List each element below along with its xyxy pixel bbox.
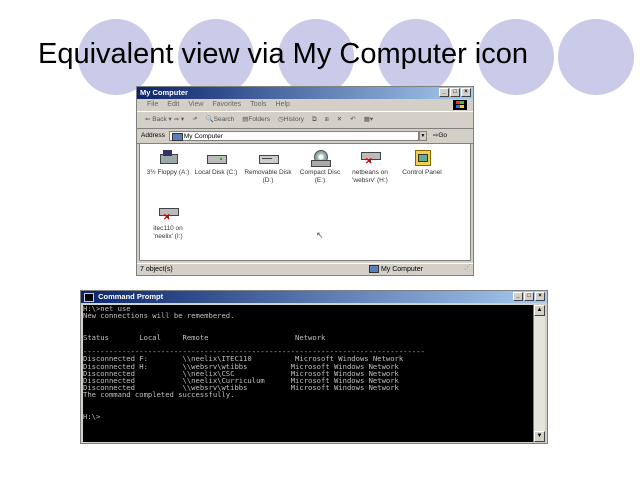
status-object-count: 7 object(s)	[140, 266, 173, 273]
drive-label: Control Panel	[402, 169, 442, 176]
computer-icon	[171, 133, 183, 141]
folders-button[interactable]: ▤Folders	[242, 112, 270, 128]
drive-label: Removable Disk (D:)	[244, 169, 292, 184]
delete-icon[interactable]: ✕	[337, 112, 342, 128]
drive-label: itec110 on 'neelix' (I:)	[153, 225, 183, 240]
console-line: Status Local Remote Network	[83, 332, 326, 342]
window-titlebar[interactable]: My Computer _ □ ×	[137, 87, 473, 99]
move-to-icon[interactable]: ⧉	[312, 112, 317, 128]
cmd-close-button[interactable]: ×	[535, 292, 545, 301]
cmd-minimize-button[interactable]: _	[513, 292, 523, 301]
drive-label: Local Disk (C:)	[194, 169, 238, 176]
search-button[interactable]: 🔍Search	[206, 112, 235, 128]
close-button[interactable]: ×	[461, 88, 471, 97]
hard-disk-icon	[207, 150, 227, 166]
maximize-button[interactable]: □	[450, 88, 460, 97]
disconnected-network-drive-icon: ✕	[361, 150, 381, 166]
drive-item-network-i[interactable]: ✕ itec110 on 'neelix' (I:)	[144, 206, 192, 241]
disconnected-network-drive-icon: ✕	[159, 206, 179, 222]
views-icon[interactable]: ▦▾	[364, 112, 373, 128]
cmd-app-icon	[84, 292, 94, 302]
removable-disk-icon	[259, 150, 279, 166]
scroll-down-arrow-icon[interactable]: ▼	[534, 431, 545, 442]
menu-edit[interactable]: Edit	[167, 99, 179, 111]
drive-label: 3½ Floppy (A:)	[146, 169, 190, 176]
status-location-label: My Computer	[380, 266, 423, 273]
back-button[interactable]: ⇐ Back ▾ ⇒ ▾	[145, 112, 184, 128]
toolbar: ⇐ Back ▾ ⇒ ▾ ⬏ 🔍Search ▤Folders ◷History…	[137, 112, 473, 129]
drive-list: 3½ Floppy (A:) Local Disk (C:) Removable…	[139, 143, 471, 261]
up-folder-icon[interactable]: ⬏	[192, 112, 197, 128]
go-button[interactable]: ⇨Go	[433, 129, 447, 143]
history-button[interactable]: ◷History	[278, 112, 304, 128]
console-output[interactable]: H:\>net use New connections will be reme…	[83, 305, 533, 442]
menu-view[interactable]: View	[188, 99, 203, 111]
menu-bar: File Edit View Favorites Tools Help	[137, 99, 473, 112]
drive-item-floppy[interactable]: 3½ Floppy (A:)	[144, 150, 192, 177]
address-value: My Computer	[183, 133, 223, 140]
menu-tools[interactable]: Tools	[250, 99, 266, 111]
go-label: Go	[438, 132, 447, 139]
cmd-title: Command Prompt	[98, 292, 164, 301]
floppy-drive-icon	[159, 150, 178, 166]
menu-help[interactable]: Help	[276, 99, 290, 111]
drive-label: Compact Disc (E:)	[299, 169, 341, 184]
drive-item-network-h[interactable]: ✕ netbeans on 'websrv' (H:)	[346, 150, 394, 185]
address-label: Address	[141, 132, 165, 139]
history-label: History	[283, 116, 304, 123]
cd-drive-icon	[311, 150, 331, 167]
slide-title: Equivalent view via My Computer icon	[38, 38, 528, 70]
computer-icon	[369, 265, 379, 274]
copy-to-icon[interactable]: ⧈	[325, 112, 329, 128]
status-location: My Computer	[369, 264, 423, 275]
cmd-titlebar[interactable]: Command Prompt _ □ ×	[81, 291, 547, 303]
drive-item-removable[interactable]: Removable Disk (D:)	[244, 150, 292, 185]
windows-logo-icon	[453, 100, 467, 110]
search-label: Search	[213, 116, 235, 123]
undo-icon[interactable]: ↶	[350, 112, 355, 128]
minimize-button[interactable]: _	[439, 88, 449, 97]
console-line: H:\>	[83, 411, 101, 421]
console-line: New connections will be remembered.	[83, 311, 235, 321]
decor-circle-6	[558, 19, 634, 95]
cmd-maximize-button[interactable]: □	[524, 292, 534, 301]
address-input[interactable]: My Computer	[168, 131, 419, 141]
folders-label: Folders	[248, 116, 271, 123]
cmd-vertical-scrollbar[interactable]: ▲ ▼	[533, 305, 545, 442]
drive-item-cd[interactable]: Compact Disc (E:)	[296, 150, 344, 185]
scroll-up-arrow-icon[interactable]: ▲	[534, 305, 545, 316]
menu-favorites[interactable]: Favorites	[212, 99, 241, 111]
address-bar: Address My Computer ▼ ⇨Go	[137, 129, 473, 144]
address-dropdown-button[interactable]: ▼	[418, 131, 427, 141]
resize-grip-icon[interactable]: ⋰	[464, 262, 471, 274]
console-line: The command completed successfully.	[83, 390, 235, 400]
status-bar: 7 object(s) My Computer ⋰	[137, 263, 473, 275]
control-panel-item[interactable]: Control Panel	[398, 150, 446, 177]
command-prompt-window: Command Prompt _ □ × H:\>net use New con…	[80, 290, 548, 444]
my-computer-window: My Computer _ □ × File Edit View Favorit…	[136, 86, 474, 276]
mouse-cursor-icon: ↖	[316, 230, 324, 240]
back-label: Back	[152, 116, 167, 123]
drive-label: netbeans on 'websrv' (H:)	[352, 169, 388, 184]
window-title: My Computer	[140, 88, 188, 97]
control-panel-icon	[413, 150, 431, 166]
menu-file[interactable]: File	[147, 99, 158, 111]
drive-item-local-disk[interactable]: Local Disk (C:)	[192, 150, 240, 177]
